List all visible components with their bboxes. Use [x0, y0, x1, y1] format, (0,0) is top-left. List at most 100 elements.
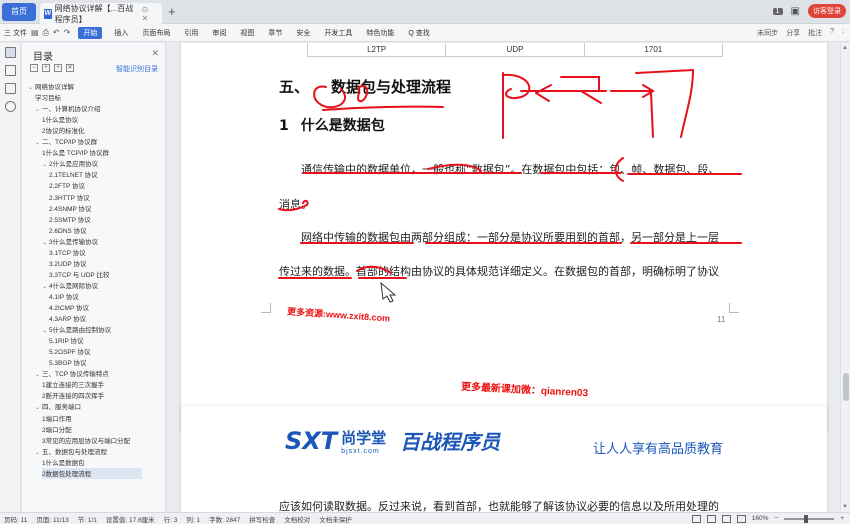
- toc-item[interactable]: 1什么是 TCP/IP 协议群: [42, 147, 109, 158]
- vertical-scrollbar[interactable]: ▲ ▼: [840, 43, 850, 512]
- toc-item[interactable]: ⌄ 4什么是网际协议: [42, 280, 98, 291]
- toc-item[interactable]: 3常见的应用层协议与端口分配: [42, 435, 130, 446]
- toolbar-right-item-0[interactable]: 未同步: [757, 28, 778, 38]
- toc-item[interactable]: 2.6DNS 协议: [49, 225, 87, 236]
- tab-menu-0[interactable]: 插入: [114, 28, 128, 38]
- toc-item[interactable]: ⌄ 3什么是传输协议: [42, 236, 98, 247]
- toc-item[interactable]: 2端口分配: [42, 424, 72, 435]
- toc-item[interactable]: ⌄ 2什么是应用协议: [42, 158, 98, 169]
- save-icon[interactable]: ▤: [31, 28, 39, 37]
- toc-item[interactable]: 4.2ICMP 协议: [49, 302, 89, 313]
- toc-item[interactable]: 1什么是协议: [42, 114, 78, 125]
- expand-all-icon[interactable]: +: [42, 64, 50, 72]
- toc-item[interactable]: 2.3HTTP 协议: [49, 192, 90, 203]
- toc-item[interactable]: 4.1IP 协议: [49, 291, 79, 302]
- toc-item[interactable]: 2.4SNMP 协议: [49, 203, 92, 214]
- scroll-up-icon[interactable]: ▲: [842, 45, 848, 51]
- toc-item[interactable]: 2.5SMTP 协议: [49, 214, 91, 225]
- toolbar-right-item-2[interactable]: 批注: [808, 28, 822, 38]
- toc-item[interactable]: 3.2UDP 协议: [49, 258, 86, 269]
- toc-item[interactable]: ⌄ 5什么是路由控制协议: [42, 324, 111, 335]
- status-item[interactable]: 拼写检查: [249, 514, 275, 524]
- toc-item[interactable]: ⌄ 四、服务端口: [35, 401, 81, 412]
- home-tab[interactable]: 首页: [2, 3, 36, 21]
- toolbar-right-item-3[interactable]: ?: [830, 28, 834, 38]
- scroll-down-icon[interactable]: ▼: [842, 504, 848, 510]
- add-heading-icon[interactable]: +: [54, 64, 62, 72]
- bookmark-icon[interactable]: [5, 83, 16, 94]
- toc-item[interactable]: 5.3BGP 协议: [49, 357, 86, 368]
- web-view-icon[interactable]: [736, 514, 746, 523]
- chevron-down-icon[interactable]: ⌄: [35, 450, 40, 456]
- toc-item[interactable]: ⌄ 三、TCP 协议传输特点: [35, 368, 109, 379]
- tab-menu-8[interactable]: 特色功能: [366, 28, 394, 38]
- toc-item[interactable]: 学习目标: [35, 92, 61, 103]
- chevron-down-icon[interactable]: ⌄: [42, 240, 47, 246]
- close-icon[interactable]: ✕: [151, 48, 159, 59]
- toc-item[interactable]: 3.3TCP 与 UDP 比较: [49, 269, 109, 280]
- toc-item[interactable]: 2断开连接的四次挥手: [42, 390, 104, 401]
- toc-item[interactable]: 5.1RIP 协议: [49, 335, 84, 346]
- chevron-down-icon[interactable]: ⌄: [42, 328, 47, 334]
- toc-item[interactable]: 5.2OSPF 协议: [49, 346, 91, 357]
- chevron-down-icon[interactable]: ⌄: [42, 162, 47, 168]
- toc-panel-icon[interactable]: [5, 47, 16, 58]
- tab-menu-6[interactable]: 安全: [296, 28, 310, 38]
- thumbnail-icon[interactable]: [5, 65, 16, 76]
- toc-item[interactable]: 1端口作用: [42, 413, 72, 424]
- toolbar-right-item-1[interactable]: 分享: [786, 28, 800, 38]
- toc-item[interactable]: 3.1TCP 协议: [49, 247, 86, 258]
- file-menu[interactable]: 三 文件: [4, 28, 27, 38]
- smart-toc-button[interactable]: 智能识别目录: [116, 64, 158, 74]
- layout-icon[interactable]: ▣: [791, 6, 800, 17]
- tab-menu-2[interactable]: 引用: [184, 28, 198, 38]
- redo-icon[interactable]: ↷: [64, 28, 71, 37]
- zoom-slider[interactable]: [784, 514, 835, 523]
- undo-icon[interactable]: ↶: [53, 28, 60, 37]
- outline-view-icon[interactable]: [721, 514, 731, 523]
- tab-start[interactable]: 开始: [78, 26, 103, 39]
- zoom-level[interactable]: 160%: [752, 515, 769, 522]
- status-item[interactable]: 文档校对: [284, 514, 310, 524]
- tab-menu-7[interactable]: 开发工具: [324, 28, 352, 38]
- zoom-in-icon[interactable]: +: [840, 515, 844, 522]
- zoom-out-icon[interactable]: −: [774, 515, 778, 522]
- status-item[interactable]: 文档未保护: [319, 514, 352, 524]
- chevron-down-icon[interactable]: ⌄: [35, 107, 40, 113]
- tab-menu-3[interactable]: 审阅: [212, 28, 226, 38]
- toc-item[interactable]: 2协议的标准化: [42, 125, 85, 136]
- chevron-down-icon[interactable]: ⌄: [42, 284, 47, 290]
- tab-menu-5[interactable]: 章节: [268, 28, 282, 38]
- toolbar-right-item-4[interactable]: :: [842, 28, 844, 38]
- toc-item[interactable]: 2数据包处理流程: [42, 467, 142, 479]
- document-tab[interactable]: W 网络协议详解【...百战程序员】 ⊙ ✕: [40, 3, 162, 24]
- scroll-thumb[interactable]: [843, 373, 849, 401]
- read-mode-icon[interactable]: [691, 514, 701, 523]
- toc-item[interactable]: ⌄ 五、数据包与处理流程: [35, 446, 107, 457]
- zoom-knob[interactable]: [804, 514, 809, 523]
- toc-item[interactable]: ⌄ 二、TCP/IP 协议群: [35, 136, 97, 147]
- chevron-down-icon[interactable]: ⌄: [35, 405, 40, 411]
- chevron-down-icon[interactable]: ⌄: [35, 372, 40, 378]
- remove-heading-icon[interactable]: ✕: [66, 64, 74, 72]
- chevron-down-icon[interactable]: ⌄: [35, 140, 40, 146]
- toc-item[interactable]: 1建立连接的三次握手: [42, 379, 104, 390]
- print-icon[interactable]: ⎙: [43, 28, 49, 38]
- toc-item[interactable]: 1什么是数据包: [42, 457, 85, 468]
- tab-menu-1[interactable]: 页面布局: [142, 28, 170, 38]
- toc-item[interactable]: 2.2FTP 协议: [49, 180, 85, 191]
- login-button[interactable]: 访客登录: [808, 4, 846, 18]
- page-view-icon[interactable]: [706, 514, 716, 523]
- new-tab-button[interactable]: +: [168, 4, 176, 19]
- toc-item[interactable]: ⌄ 网络协议详解: [28, 81, 74, 92]
- tab-menu-9[interactable]: Q 查找: [408, 28, 429, 38]
- find-icon[interactable]: [5, 101, 16, 112]
- collapse-all-icon[interactable]: −: [30, 64, 38, 72]
- document-canvas[interactable]: L2TP UDP 1701 五、 数据包与处理流程 1 什么是数据包 通信传输中的数…: [167, 43, 839, 512]
- toc-item[interactable]: 2.1TELNET 协议: [49, 169, 98, 180]
- tab-close-icon[interactable]: ⊙ ✕: [142, 5, 162, 23]
- toc-item[interactable]: ⌄ 一、计算机协议介绍: [35, 103, 101, 114]
- chevron-down-icon[interactable]: ⌄: [28, 85, 33, 91]
- toc-item[interactable]: 4.3ARP 协议: [49, 313, 86, 324]
- tab-menu-4[interactable]: 视图: [240, 28, 254, 38]
